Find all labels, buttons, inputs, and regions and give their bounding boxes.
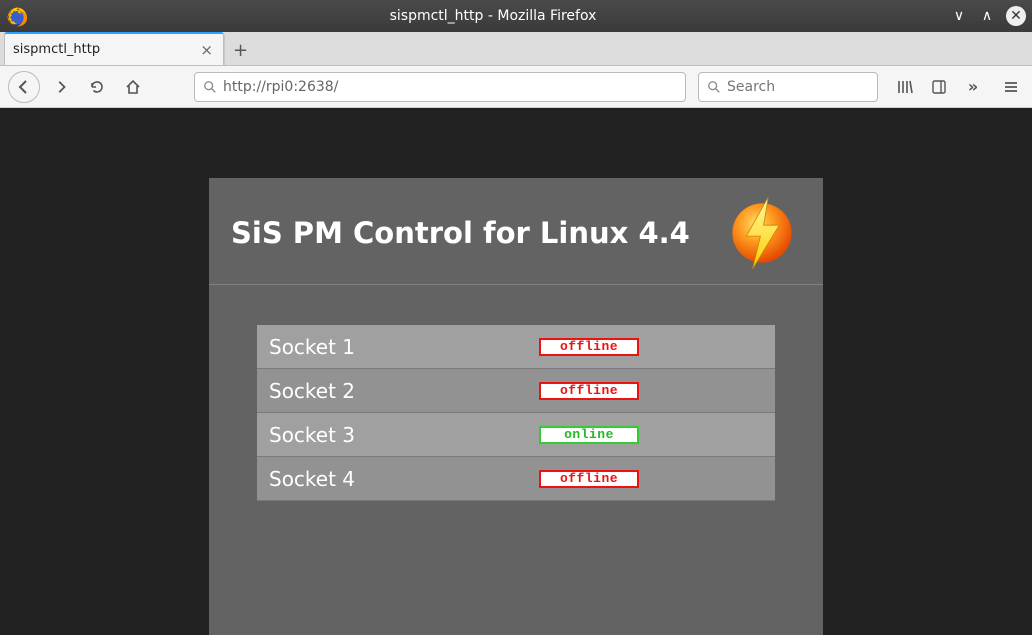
lightning-icon [723,194,801,272]
control-panel: SiS PM Control for Linux 4.4 [209,178,823,635]
menu-button[interactable] [998,74,1024,100]
status-badge[interactable]: offline [539,382,639,400]
status-badge[interactable]: offline [539,338,639,356]
tab-active[interactable]: sispmctl_http × [4,32,224,65]
window-titlebar: sispmctl_http - Mozilla Firefox ∨ ∧ ✕ [0,0,1032,32]
url-text: http://rpi0:2638/ [223,79,338,95]
new-tab-button[interactable]: + [224,35,256,65]
minimize-icon[interactable]: ∨ [950,7,968,25]
socket-row[interactable]: Socket 4offline [257,457,775,501]
home-button[interactable] [118,72,148,102]
forward-button[interactable] [46,72,76,102]
sidebar-icon[interactable] [926,74,952,100]
socket-row[interactable]: Socket 1offline [257,325,775,369]
socket-name: Socket 3 [269,423,539,447]
tab-close-icon[interactable]: × [198,41,215,59]
tab-title: sispmctl_http [13,42,198,57]
tab-strip: sispmctl_http × + [0,32,1032,66]
library-icon[interactable] [892,74,918,100]
socket-name: Socket 4 [269,467,539,491]
socket-name: Socket 1 [269,335,539,359]
search-bar[interactable] [698,72,878,102]
socket-row[interactable]: Socket 2offline [257,369,775,413]
socket-list: Socket 1offlineSocket 2offlineSocket 3on… [209,285,823,501]
toolbar-icons: » [892,74,986,100]
search-icon [203,80,217,94]
firefox-icon [6,5,28,27]
nav-toolbar: http://rpi0:2638/ » [0,66,1032,108]
page-title: SiS PM Control for Linux 4.4 [231,216,690,250]
status-badge[interactable]: online [539,426,639,444]
back-button[interactable] [8,71,40,103]
search-input[interactable] [727,79,869,95]
panel-header: SiS PM Control for Linux 4.4 [209,178,823,284]
overflow-icon[interactable]: » [960,74,986,100]
search-icon [707,80,721,94]
reload-button[interactable] [82,72,112,102]
page-content: SiS PM Control for Linux 4.4 [0,108,1032,635]
maximize-icon[interactable]: ∧ [978,7,996,25]
url-bar[interactable]: http://rpi0:2638/ [194,72,686,102]
close-icon[interactable]: ✕ [1006,6,1026,26]
window-buttons: ∨ ∧ ✕ [950,6,1026,26]
window-title: sispmctl_http - Mozilla Firefox [36,8,950,24]
socket-name: Socket 2 [269,379,539,403]
status-badge[interactable]: offline [539,470,639,488]
socket-row[interactable]: Socket 3online [257,413,775,457]
